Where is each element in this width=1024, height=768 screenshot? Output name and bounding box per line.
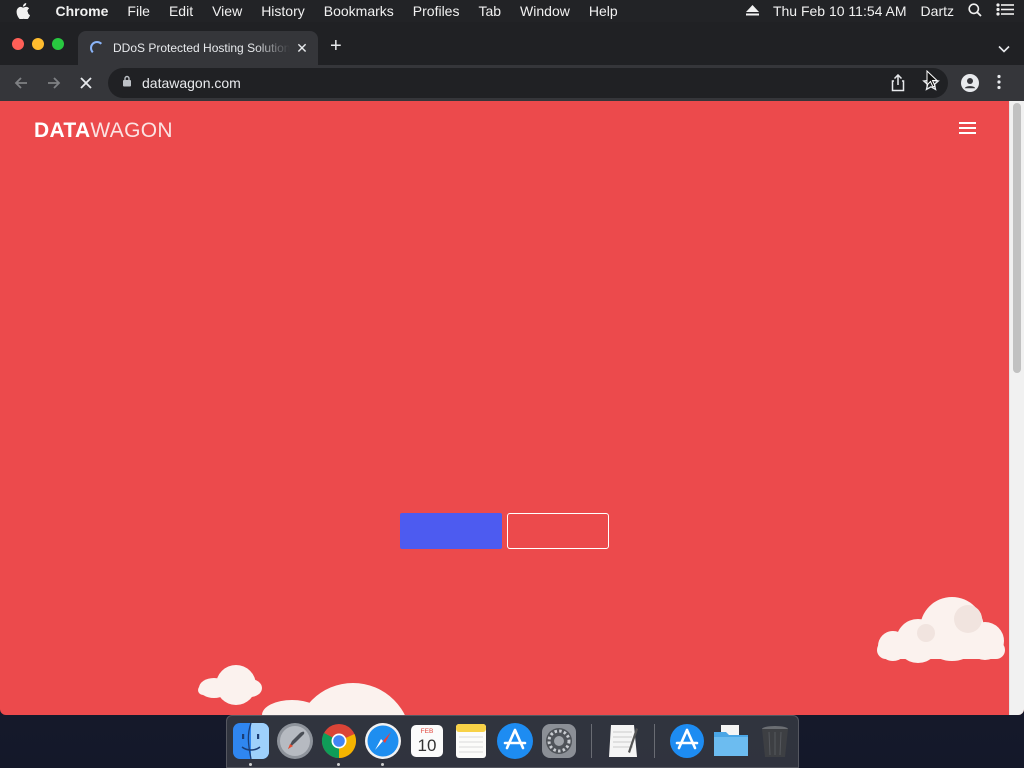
dock-separator bbox=[654, 724, 655, 758]
menu-bar: Chrome File Edit View History Bookmarks … bbox=[0, 0, 1024, 22]
menubar-user[interactable]: Dartz bbox=[921, 3, 954, 19]
dock-separator bbox=[591, 724, 592, 758]
menu-window[interactable]: Window bbox=[511, 3, 580, 19]
loading-spinner-icon bbox=[90, 41, 104, 55]
eject-icon[interactable] bbox=[745, 3, 759, 19]
dock-running-indicator bbox=[249, 763, 252, 766]
window-zoom-button[interactable] bbox=[52, 38, 64, 50]
browser-toolbar: datawagon.com bbox=[0, 65, 1024, 101]
new-tab-button[interactable]: + bbox=[330, 36, 342, 56]
menu-file[interactable]: File bbox=[118, 3, 160, 19]
scrollbar-thumb[interactable] bbox=[1013, 103, 1021, 373]
forward-button[interactable] bbox=[45, 74, 63, 92]
calendar-month: FEB bbox=[421, 728, 434, 735]
window-close-button[interactable] bbox=[12, 38, 24, 50]
dock-documents-folder-icon[interactable] bbox=[712, 722, 750, 760]
mouse-pointer-icon bbox=[926, 69, 939, 93]
dock-textedit-icon[interactable] bbox=[604, 722, 642, 760]
page-scrollbar[interactable] bbox=[1009, 101, 1024, 715]
share-icon[interactable] bbox=[890, 73, 906, 97]
dock-running-indicator bbox=[337, 763, 340, 766]
dock-safari-icon[interactable] bbox=[364, 722, 402, 760]
window-minimize-button[interactable] bbox=[32, 38, 44, 50]
dock-running-indicator bbox=[381, 763, 384, 766]
menu-view[interactable]: View bbox=[203, 3, 252, 19]
dock-launchpad-icon[interactable] bbox=[276, 722, 314, 760]
menu-edit[interactable]: Edit bbox=[159, 3, 202, 19]
clouds-illustration bbox=[198, 597, 1005, 715]
dock: FEB 10 bbox=[226, 715, 799, 768]
url-text[interactable]: datawagon.com bbox=[142, 75, 241, 91]
profile-icon[interactable] bbox=[961, 74, 979, 97]
menu-help[interactable]: Help bbox=[579, 3, 627, 19]
apple-menu-icon[interactable] bbox=[0, 3, 46, 19]
dock-system-preferences-icon[interactable] bbox=[540, 722, 578, 760]
menu-tab[interactable]: Tab bbox=[469, 3, 511, 19]
calendar-day: 10 bbox=[418, 736, 437, 755]
address-bar[interactable]: datawagon.com bbox=[108, 68, 948, 98]
menu-profiles[interactable]: Profiles bbox=[403, 3, 469, 19]
dock-finder-icon[interactable] bbox=[232, 722, 270, 760]
lock-icon[interactable] bbox=[122, 74, 132, 92]
spotlight-search-icon[interactable] bbox=[968, 2, 982, 20]
browser-tab-active[interactable]: DDoS Protected Hosting Solutions ✕ bbox=[78, 31, 318, 65]
menubar-clock[interactable]: Thu Feb 10 11:54 AM bbox=[773, 3, 907, 19]
menu-history[interactable]: History bbox=[252, 3, 315, 19]
tab-close-icon[interactable]: ✕ bbox=[294, 40, 310, 57]
tab-title: DDoS Protected Hosting Solutions bbox=[113, 41, 290, 55]
dock-notes-icon[interactable] bbox=[452, 722, 490, 760]
menu-app-chrome[interactable]: Chrome bbox=[46, 3, 118, 19]
back-button[interactable] bbox=[12, 74, 30, 92]
more-menu-icon[interactable] bbox=[997, 74, 1001, 95]
control-center-icon[interactable] bbox=[996, 3, 1014, 19]
dock-calendar-icon[interactable]: FEB 10 bbox=[408, 722, 446, 760]
dock-applications-folder-icon[interactable] bbox=[668, 722, 706, 760]
dock-chrome-icon[interactable] bbox=[320, 722, 358, 760]
tab-search-chevron-icon[interactable] bbox=[998, 40, 1010, 58]
menu-bookmarks[interactable]: Bookmarks bbox=[314, 3, 403, 19]
stop-loading-button[interactable] bbox=[77, 74, 95, 92]
window-controls bbox=[12, 38, 64, 50]
tab-strip: DDoS Protected Hosting Solutions ✕ + bbox=[0, 22, 1024, 65]
page-viewport: DATAWAGON bbox=[0, 101, 1024, 715]
dock-app-store-icon[interactable] bbox=[496, 722, 534, 760]
dock-trash-icon[interactable] bbox=[756, 722, 794, 760]
browser-window: DDoS Protected Hosting Solutions ✕ + dat… bbox=[0, 22, 1024, 715]
